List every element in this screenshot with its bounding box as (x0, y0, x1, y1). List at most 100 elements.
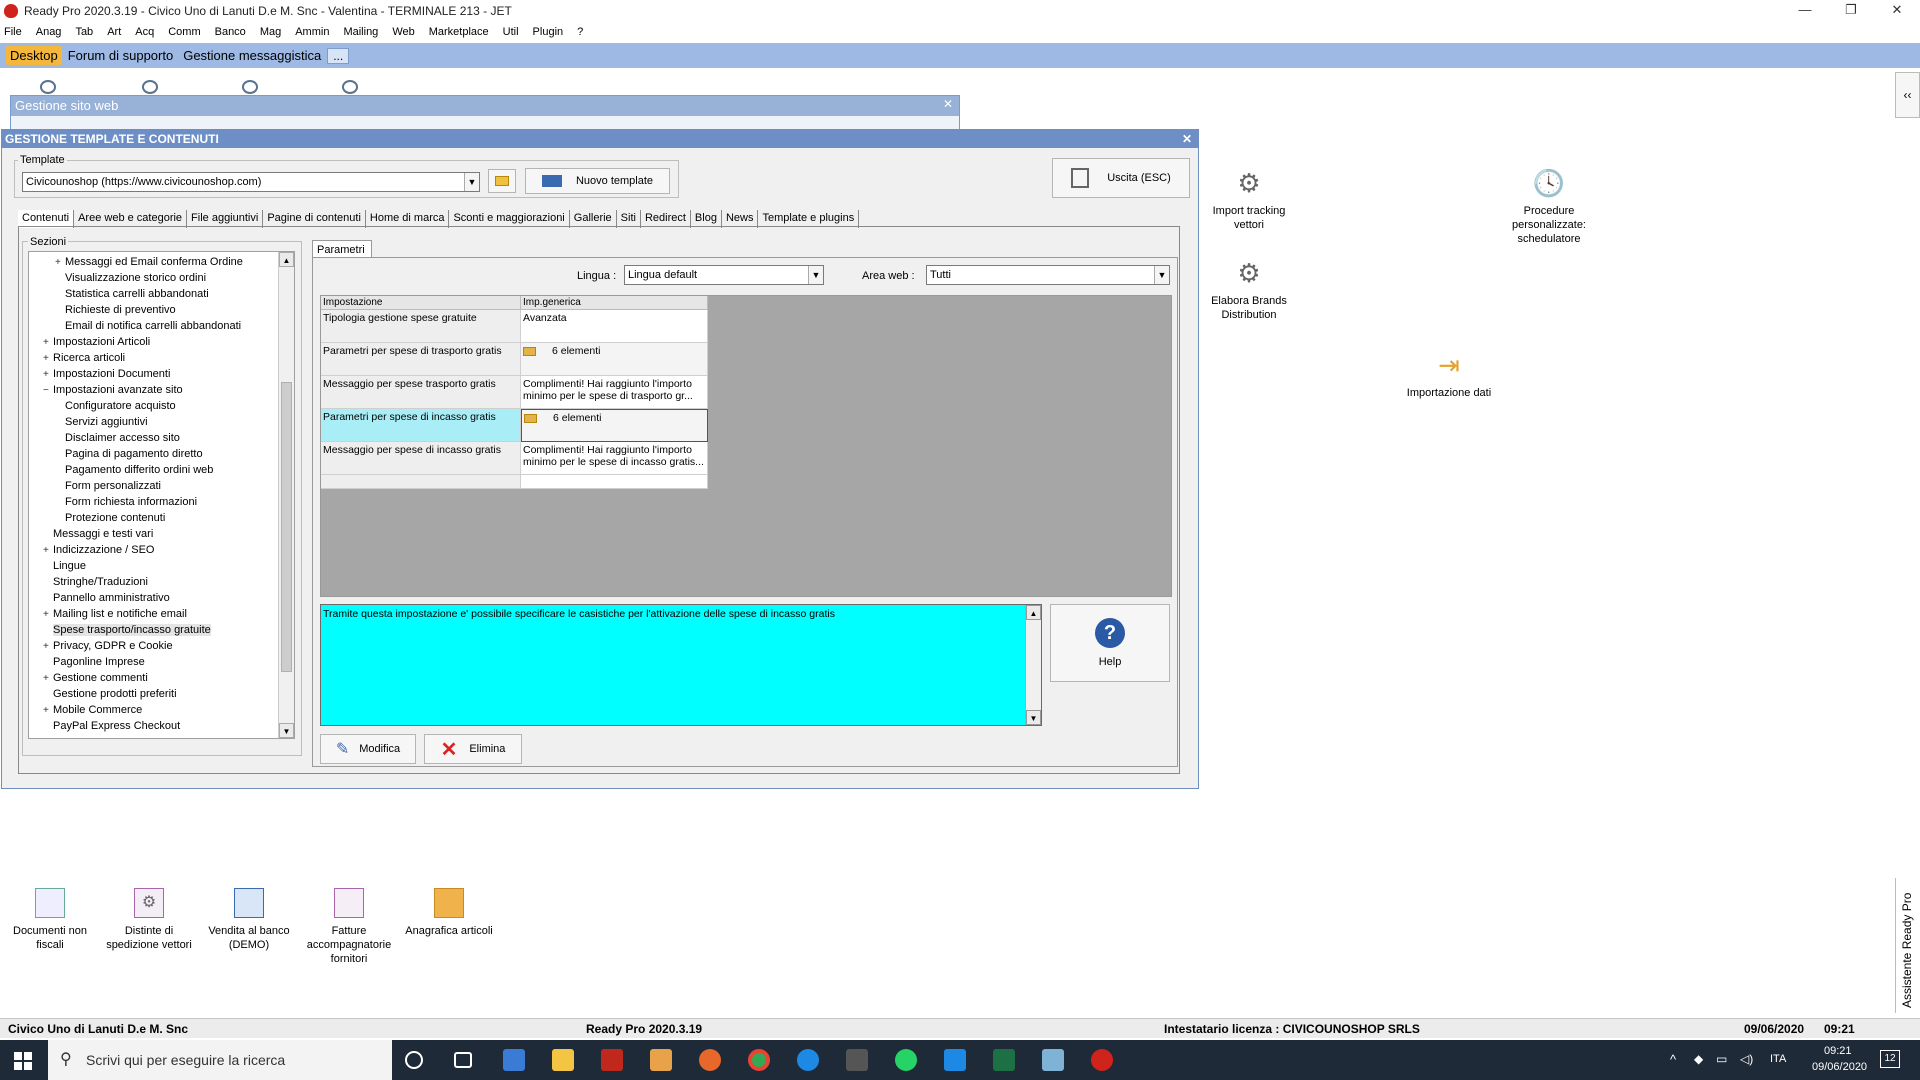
tab-messaggistica[interactable]: Gestione messaggistica (179, 46, 325, 65)
menu-help[interactable]: ? (577, 26, 583, 38)
tree-item[interactable]: Statistica carrelli abbandonati (55, 286, 209, 302)
grid-row-value-selected[interactable]: 6 elementi (521, 409, 708, 442)
clock-date[interactable]: 09/06/2020 (1812, 1061, 1867, 1073)
menu-art[interactable]: Art (107, 26, 121, 38)
close-icon[interactable]: ✕ (1182, 130, 1192, 148)
modify-button[interactable]: ✎ Modifica (320, 734, 416, 764)
notepad-icon[interactable] (1042, 1049, 1064, 1071)
desktop-icon-distinte[interactable]: ⚙ Distinte di spedizione vettori (104, 888, 194, 952)
tree-item[interactable]: Protezione contenuti (55, 510, 165, 526)
tree-item[interactable]: Form richiesta informazioni (55, 494, 197, 510)
tree-item[interactable]: PayPal Express Checkout (43, 718, 180, 734)
user-icon[interactable] (242, 80, 258, 94)
tree-item[interactable]: + Ricerca articoli (43, 350, 125, 366)
tree-item[interactable]: + Gestione commenti (43, 670, 148, 686)
grid-row-value[interactable]: Complimenti! Hai raggiunto l'importo min… (521, 376, 708, 409)
tree-item[interactable]: Pagonline Imprese (43, 654, 145, 670)
tab-desktop[interactable]: Desktop (6, 46, 62, 65)
file-explorer-icon[interactable] (552, 1049, 574, 1071)
tree-item[interactable]: + Indicizzazione / SEO (43, 542, 155, 558)
user-icon[interactable] (342, 80, 358, 94)
tree-item[interactable]: + Impostazioni Documenti (43, 366, 170, 382)
desktop-icon-anagrafica-articoli[interactable]: Anagrafica articoli (404, 888, 494, 938)
col-header-imp-generica[interactable]: Imp.generica (521, 296, 708, 310)
col-header-impostazione[interactable]: Impostazione (321, 296, 521, 310)
menu-marketplace[interactable]: Marketplace (429, 26, 489, 38)
cortana-icon[interactable] (405, 1051, 423, 1069)
tree-item[interactable]: Servizi aggiuntivi (55, 414, 148, 430)
language-indicator[interactable]: ITA (1770, 1053, 1786, 1065)
tree-item[interactable]: Spese trasporto/incasso gratuite (43, 622, 211, 638)
menu-mailing[interactable]: Mailing (343, 26, 378, 38)
exit-button[interactable]: Uscita (ESC) (1052, 158, 1190, 198)
help-button[interactable]: ? Help (1050, 604, 1170, 682)
grid-row-name-selected[interactable]: Parametri per spese di incasso gratis (321, 409, 521, 442)
tree-item[interactable]: Pagina di pagamento diretto (55, 446, 203, 462)
desktop-icon-vendita-banco[interactable]: Vendita al banco (DEMO) (204, 888, 294, 952)
volume-icon[interactable]: ◁) (1740, 1052, 1753, 1066)
grid-row-value[interactable]: 6 elementi (521, 343, 708, 376)
lingua-select[interactable]: Lingua default ▼ (624, 265, 824, 285)
expand-toggle-icon[interactable]: + (43, 335, 53, 351)
menu-plugin[interactable]: Plugin (533, 26, 564, 38)
assistant-panel[interactable]: Assistente Ready Pro (1895, 878, 1920, 1013)
tree-item[interactable]: + Privacy, GDPR e Cookie (43, 638, 173, 654)
menu-comm[interactable]: Comm (168, 26, 200, 38)
menu-acq[interactable]: Acq (135, 26, 154, 38)
tree-item[interactable]: + Mailing list e notifiche email (43, 606, 187, 622)
tree-item[interactable]: Email di notifica carrelli abbandonati (55, 318, 241, 334)
filezilla-icon[interactable] (601, 1049, 623, 1071)
clock-time[interactable]: 09:21 (1824, 1045, 1852, 1057)
menu-util[interactable]: Util (503, 26, 519, 38)
desktop-icon-documenti[interactable]: Documenti non fiscali (5, 888, 95, 952)
media-player-icon[interactable] (650, 1049, 672, 1071)
scroll-up-icon[interactable]: ▲ (279, 252, 294, 267)
taskbar-search-input[interactable]: ⚲ Scrivi qui per eseguire la ricerca (48, 1040, 392, 1080)
grid-row-name[interactable]: Messaggio per spese trasporto gratis (321, 376, 521, 409)
minimize-button[interactable]: — (1782, 0, 1828, 22)
tree-item[interactable]: Lingue (43, 558, 86, 574)
whatsapp-icon[interactable] (895, 1049, 917, 1071)
windows-start-icon[interactable] (14, 1052, 32, 1070)
tree-item[interactable]: Pannello amministrativo (43, 590, 170, 606)
tree-item[interactable]: Disclaimer accesso sito (55, 430, 180, 446)
edge-icon[interactable] (797, 1049, 819, 1071)
grid-row-name[interactable]: Parametri per spese di trasporto gratis (321, 343, 521, 376)
restore-button[interactable]: ❐ (1828, 0, 1874, 22)
scroll-thumb[interactable] (281, 382, 292, 672)
chrome-icon[interactable] (748, 1049, 770, 1071)
notifications-icon[interactable]: 12 (1880, 1050, 1900, 1068)
area-web-select[interactable]: Tutti ▼ (926, 265, 1170, 285)
tree-item[interactable]: + Impostazioni Articoli (43, 334, 150, 350)
tree-item[interactable]: Form personalizzati (55, 478, 161, 494)
description-box[interactable]: Tramite questa impostazione e' possibile… (320, 604, 1042, 726)
tree-item[interactable]: Gestione prodotti preferiti (43, 686, 177, 702)
tree-scrollbar[interactable]: ▲ ▼ (278, 252, 294, 738)
tree-item[interactable]: + Mobile Commerce (43, 702, 142, 718)
menu-ammin[interactable]: Ammin (295, 26, 329, 38)
expand-toggle-icon[interactable]: + (43, 607, 53, 623)
close-window-button[interactable]: ✕ (1874, 0, 1920, 22)
tree-item[interactable]: − Impostazioni avanzate sito (43, 382, 183, 398)
delete-button[interactable]: ✕ Elimina (424, 734, 522, 764)
open-folder-button[interactable] (488, 169, 516, 193)
ready-pro-icon[interactable] (1091, 1049, 1113, 1071)
desktop-icon-fatture[interactable]: Fatture accompagnatorie fornitori (304, 888, 394, 966)
task-view-icon[interactable] (454, 1052, 472, 1068)
excel-icon[interactable] (993, 1049, 1015, 1071)
grid-row-name[interactable]: Messaggio per spese di incasso gratis (321, 442, 521, 475)
menu-mag[interactable]: Mag (260, 26, 281, 38)
tree-item[interactable]: Messaggi e testi vari (43, 526, 153, 542)
tab-parametri[interactable]: Parametri (312, 240, 372, 258)
scroll-up-icon[interactable]: ▲ (1026, 605, 1041, 620)
sections-tree[interactable]: + Messaggi ed Email conferma Ordine Visual… (28, 251, 295, 739)
tab-more-button[interactable]: ... (327, 47, 350, 64)
expand-toggle-icon[interactable]: + (43, 543, 53, 559)
tray-chevron-icon[interactable]: ^ (1670, 1052, 1676, 1067)
description-scrollbar[interactable]: ▲ ▼ (1025, 605, 1041, 725)
firefox-icon[interactable] (699, 1049, 721, 1071)
collapse-panel-button[interactable]: ‹‹ (1895, 72, 1920, 118)
tree-item[interactable]: Configuratore acquisto (55, 398, 176, 414)
dropbox-icon[interactable]: ◆ (1694, 1052, 1703, 1066)
expand-toggle-icon[interactable]: + (43, 703, 53, 719)
